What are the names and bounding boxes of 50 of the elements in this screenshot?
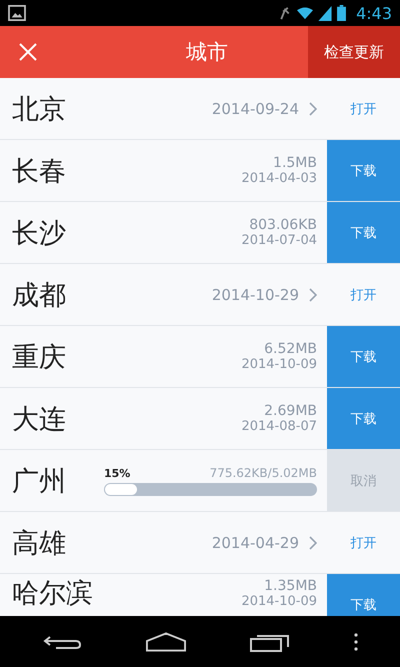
- signal-icon: [317, 6, 334, 20]
- city-row[interactable]: 长春 1.5MB 2014-04-03 下载: [0, 140, 400, 202]
- menu-icon[interactable]: [354, 632, 358, 650]
- city-row[interactable]: 大连 2.69MB 2014-08-07 下载: [0, 388, 400, 450]
- download-button[interactable]: 下载: [327, 140, 400, 201]
- city-row[interactable]: 长沙 803.06KB 2014-07-04 下载: [0, 202, 400, 264]
- city-name: 重庆: [11, 340, 67, 374]
- update-date: 2014-08-07: [241, 419, 317, 434]
- update-date: 2014-07-04: [241, 233, 317, 248]
- check-update-button[interactable]: 检查更新: [308, 26, 400, 78]
- close-icon: [18, 42, 38, 62]
- open-button[interactable]: 打开: [327, 512, 400, 573]
- open-button[interactable]: 打开: [327, 78, 400, 139]
- city-name: 北京: [11, 92, 67, 126]
- home-icon[interactable]: [146, 632, 186, 652]
- city-name: 长沙: [11, 216, 67, 250]
- city-name: 哈尔滨: [11, 577, 94, 611]
- update-date: 2014-10-29: [212, 286, 299, 304]
- file-size: 1.5MB: [273, 155, 317, 171]
- download-button[interactable]: 下载: [327, 326, 400, 387]
- image-icon: [8, 5, 26, 21]
- file-size: 1.35MB: [264, 578, 317, 594]
- city-row[interactable]: 重庆 6.52MB 2014-10-09 下载: [0, 326, 400, 388]
- chevron-icon: [309, 536, 317, 550]
- file-size: 803.06KB: [249, 217, 317, 233]
- download-button[interactable]: 下载: [327, 574, 400, 616]
- wifi-icon: [297, 6, 314, 20]
- progress-size: 775.62KB/5.02MB: [210, 466, 317, 480]
- file-size: 2.69MB: [264, 403, 317, 419]
- city-name: 长春: [11, 154, 67, 188]
- file-size: 6.52MB: [264, 341, 317, 357]
- chevron-icon: [309, 102, 317, 116]
- city-row[interactable]: 广州 15% 775.62KB/5.02MB 取消: [0, 450, 400, 512]
- city-name: 广州: [11, 464, 67, 498]
- chevron-icon: [309, 288, 317, 302]
- page-title: 城市: [185, 39, 229, 66]
- download-button[interactable]: 下载: [327, 388, 400, 449]
- progress-percent: 15%: [104, 466, 130, 480]
- update-date: 2014-10-09: [241, 357, 317, 372]
- city-name: 大连: [11, 402, 67, 436]
- update-date: 2014-04-03: [241, 171, 317, 186]
- status-time: 4:43: [356, 4, 392, 22]
- battery-icon: [337, 5, 346, 21]
- open-button[interactable]: 打开: [327, 264, 400, 325]
- download-button[interactable]: 下载: [327, 202, 400, 263]
- update-date: 2014-09-24: [212, 100, 299, 118]
- update-date: 2014-04-29: [212, 534, 299, 552]
- update-date: 2014-10-09: [241, 594, 317, 609]
- city-name: 高雄: [11, 526, 67, 560]
- city-name: 成都: [11, 278, 67, 312]
